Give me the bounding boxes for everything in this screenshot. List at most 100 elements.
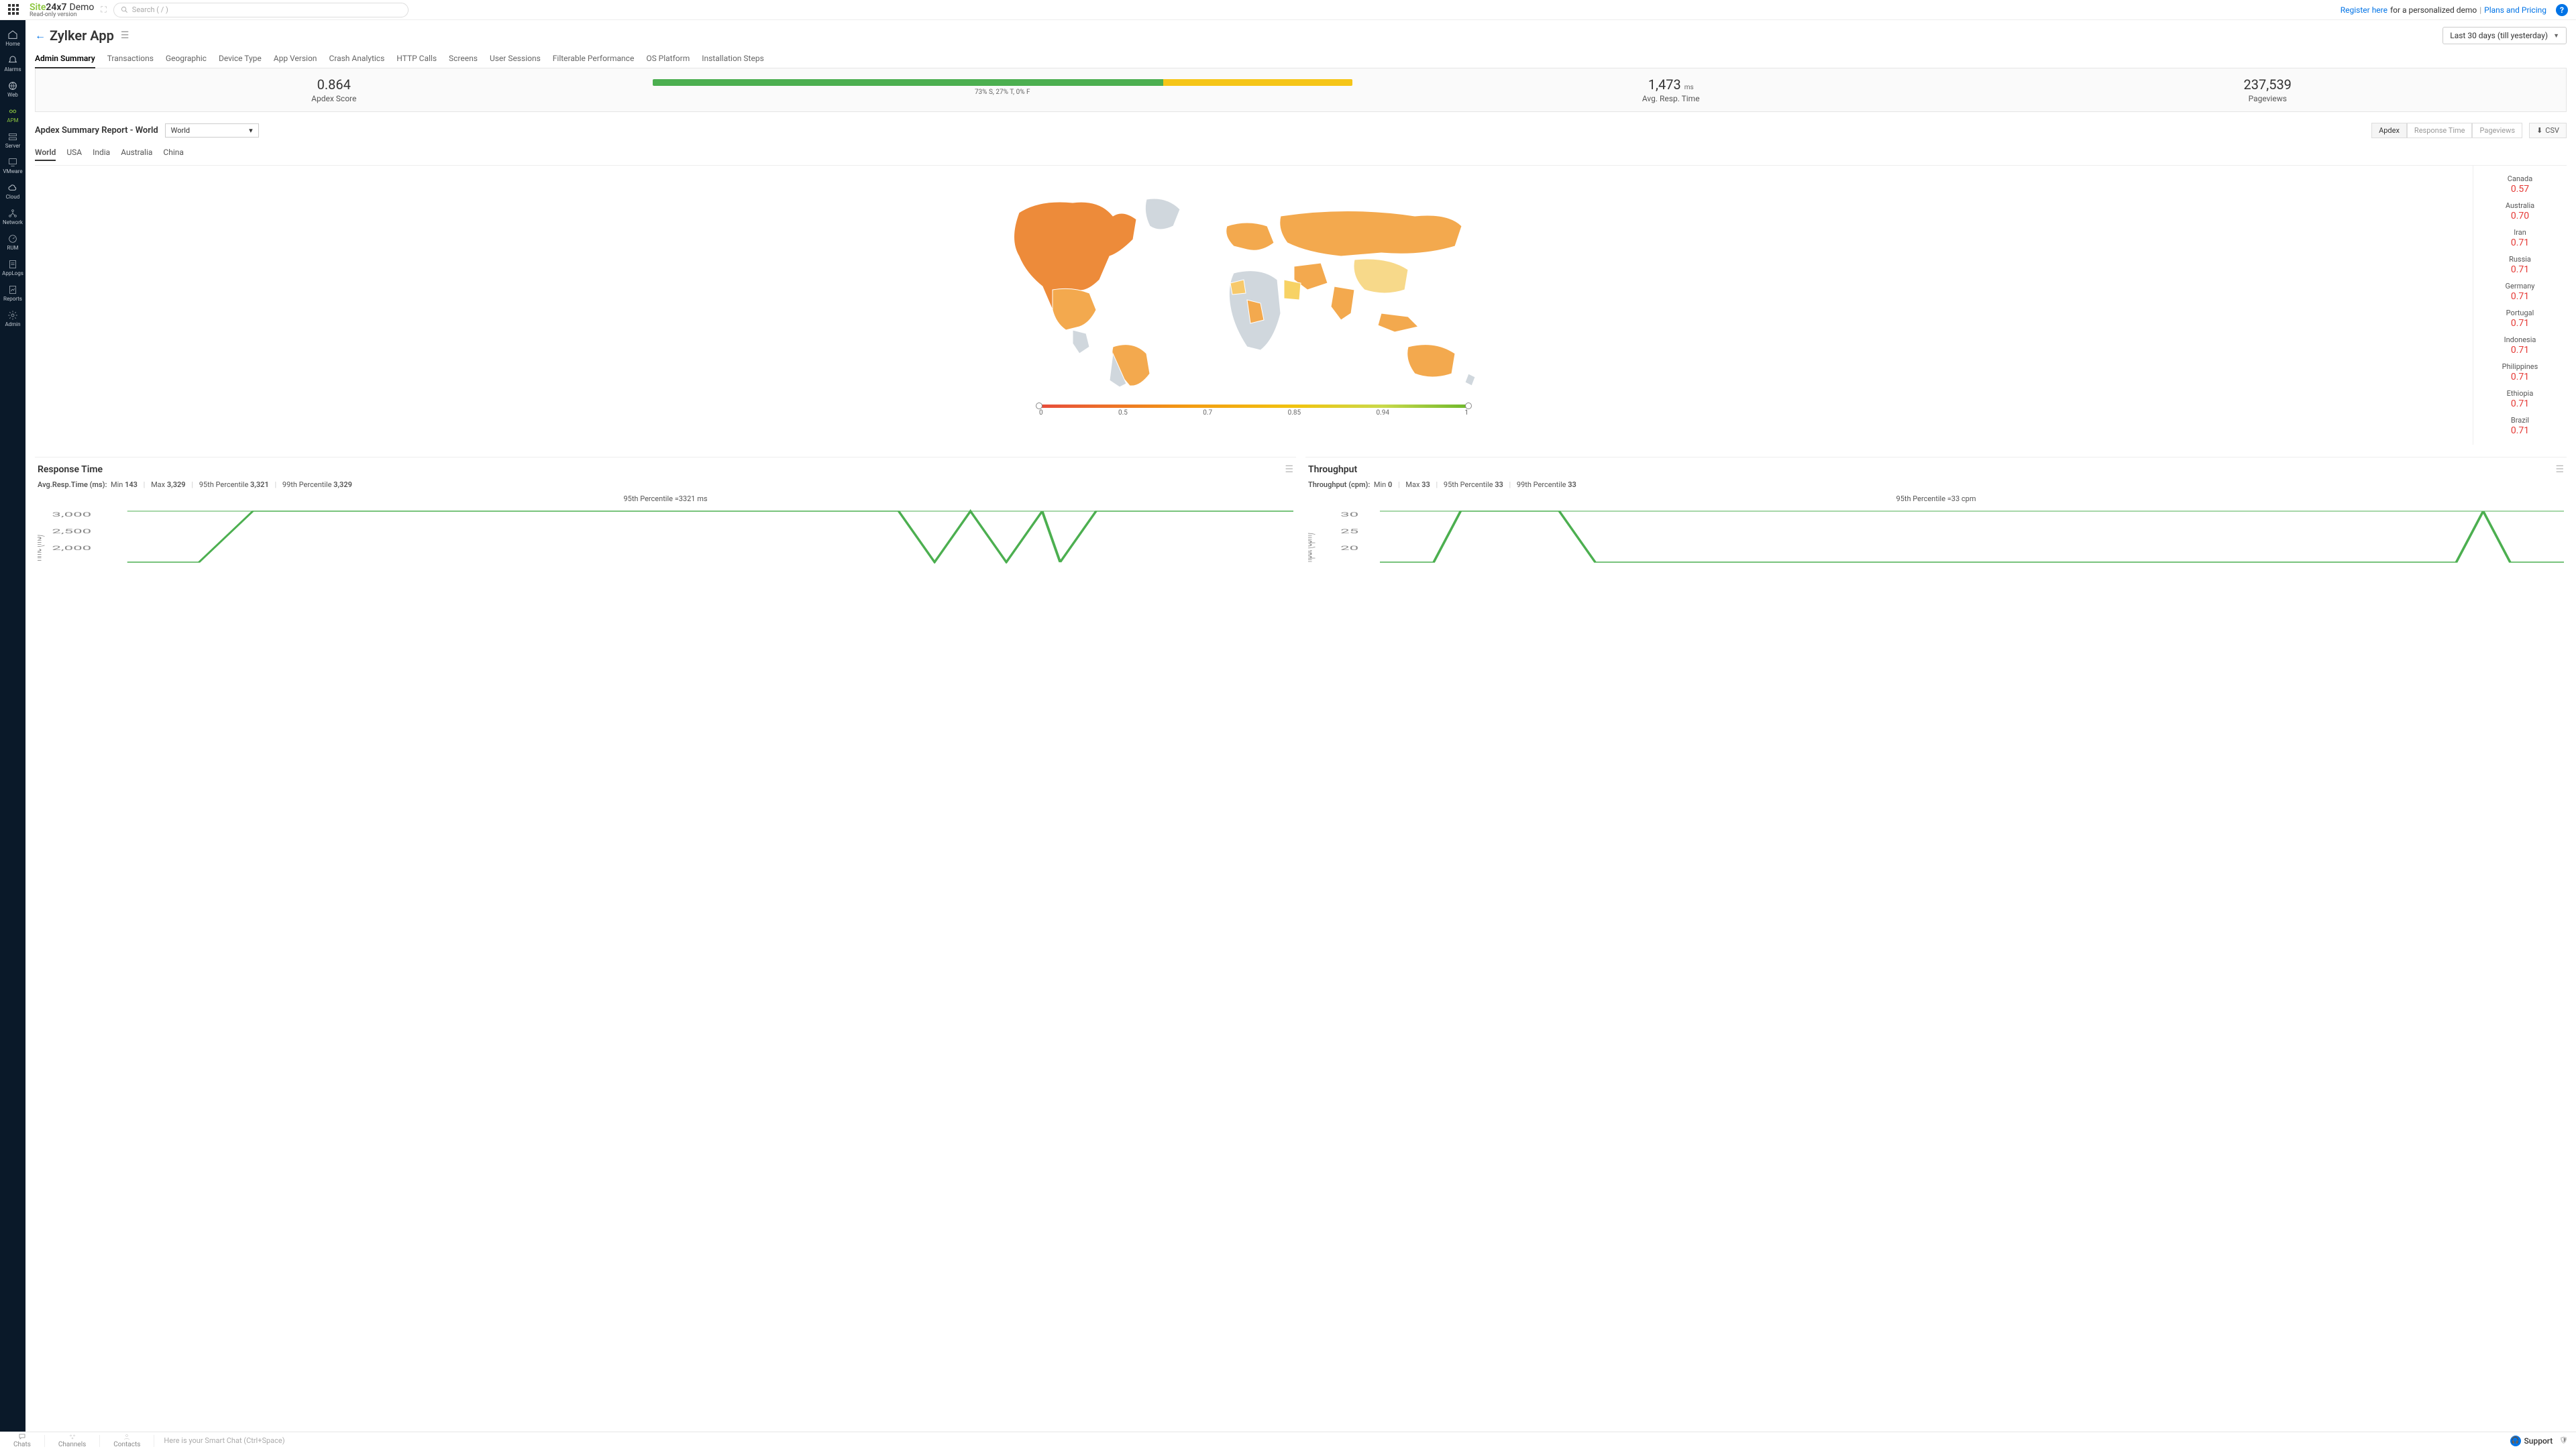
region-subtabs: World USA India Australia China	[35, 145, 2567, 161]
svg-text:2,500: 2,500	[52, 528, 91, 535]
page-menu-icon[interactable]: ☰	[121, 30, 129, 41]
region-russia[interactable]	[1280, 211, 1462, 257]
subtab-australia[interactable]: Australia	[121, 145, 152, 161]
country-item-brazil[interactable]: Brazil0.71	[2473, 413, 2567, 439]
sidebar-label: Web	[7, 93, 18, 98]
tab-app-version[interactable]: App Version	[274, 50, 317, 68]
topbar: Site24x7Demo Read-only version ⛶ Search …	[0, 0, 2576, 20]
bb-channels[interactable]: Channels	[45, 1433, 99, 1448]
plans-link[interactable]: Plans and Pricing	[2484, 5, 2546, 15]
report-title: Apdex Summary Report - World	[35, 125, 158, 136]
toggle-apdex[interactable]: Apdex	[2371, 123, 2407, 138]
country-value: 0.71	[2473, 291, 2567, 302]
search-input[interactable]: Search ( / )	[113, 3, 409, 17]
country-item-iran[interactable]: Iran0.71	[2473, 225, 2567, 252]
subtab-world[interactable]: World	[35, 145, 56, 161]
tab-geographic[interactable]: Geographic	[166, 50, 207, 68]
svg-text:Time (ms): Time (ms)	[38, 535, 46, 562]
tab-crash-analytics[interactable]: Crash Analytics	[329, 50, 384, 68]
smartchat-hint[interactable]: Here is your Smart Chat (Ctrl+Space)	[154, 1436, 284, 1445]
country-value: 0.71	[2473, 345, 2567, 356]
sidebar-item-cloud[interactable]: Cloud	[0, 178, 25, 204]
sidebar-item-alarms[interactable]: Alarms	[0, 51, 25, 76]
tab-user-sessions[interactable]: User Sessions	[490, 50, 541, 68]
sidebar-label: APM	[7, 118, 18, 123]
shield-icon[interactable]: 🛡	[2559, 1437, 2568, 1444]
kpi-apdex-value: 0.864	[42, 76, 626, 93]
sidebar-label: Server	[5, 144, 21, 149]
subtab-india[interactable]: India	[93, 145, 110, 161]
tab-admin-summary[interactable]: Admin Summary	[35, 50, 95, 68]
tab-filterable-performance[interactable]: Filterable Performance	[553, 50, 635, 68]
country-value: 0.71	[2473, 425, 2567, 436]
legend-handle-min[interactable]	[1036, 402, 1042, 409]
tab-screens[interactable]: Screens	[449, 50, 478, 68]
country-item-russia[interactable]: Russia0.71	[2473, 252, 2567, 278]
support-button[interactable]: 🎧 Support	[2510, 1436, 2553, 1446]
sidebar-item-server[interactable]: Server	[0, 127, 25, 153]
country-item-philippines[interactable]: Philippines0.71	[2473, 359, 2567, 386]
subtab-china[interactable]: China	[163, 145, 184, 161]
expand-icon[interactable]: ⛶	[101, 5, 106, 15]
legend-handle-max[interactable]	[1465, 402, 1472, 409]
tab-os-platform[interactable]: OS Platform	[646, 50, 690, 68]
sidebar-item-reports[interactable]: Reports	[0, 280, 25, 306]
legend-tick: 0.5	[1118, 409, 1128, 417]
register-link[interactable]: Register here	[2341, 5, 2387, 15]
region-europe[interactable]	[1226, 223, 1274, 250]
sidebar-item-apm[interactable]: APM	[0, 102, 25, 127]
region-australia[interactable]	[1407, 345, 1455, 377]
sidebar-item-applogs[interactable]: AppLogs	[0, 255, 25, 280]
country-item-indonesia[interactable]: Indonesia0.71	[2473, 332, 2567, 359]
kpi-row: 0.864 Apdex Score 73% S, 27% T, 0% F 1,4…	[35, 68, 2567, 112]
search-placeholder: Search ( / )	[132, 5, 168, 14]
country-item-portugal[interactable]: Portugal0.71	[2473, 305, 2567, 332]
chart-rt-menu-icon[interactable]: ☰	[1285, 464, 1293, 475]
region-mexico[interactable]	[1073, 330, 1089, 354]
apm-icon	[7, 106, 18, 117]
toggle-response-time[interactable]: Response Time	[2407, 123, 2473, 138]
region-greenland[interactable]	[1145, 199, 1180, 229]
tab-transactions[interactable]: Transactions	[107, 50, 154, 68]
svg-text:20: 20	[1340, 545, 1358, 551]
tab-http-calls[interactable]: HTTP Calls	[396, 50, 437, 68]
sidebar-item-rum[interactable]: RUM	[0, 229, 25, 255]
sidebar-item-web[interactable]: Web	[0, 76, 25, 102]
country-item-ethiopia[interactable]: Ethiopia0.71	[2473, 386, 2567, 413]
bb-contacts[interactable]: Contacts	[100, 1433, 154, 1448]
country-item-canada[interactable]: Canada0.57	[2473, 171, 2567, 198]
subtab-usa[interactable]: USA	[66, 145, 82, 161]
country-item-australia[interactable]: Australia0.70	[2473, 198, 2567, 225]
csv-label: CSV	[2545, 126, 2559, 135]
kpi-satisfaction-bar: 73% S, 27% T, 0% F	[633, 68, 1373, 111]
applogs-icon	[7, 259, 18, 270]
tab-installation-steps[interactable]: Installation Steps	[702, 50, 764, 68]
svg-text:2,000: 2,000	[52, 545, 91, 551]
sidebar-item-home[interactable]: Home	[0, 25, 25, 51]
apps-grid-icon[interactable]	[8, 4, 20, 16]
country-value: 0.57	[2473, 184, 2567, 195]
help-icon[interactable]: ?	[2556, 4, 2568, 16]
sidebar-label: Network	[3, 220, 23, 225]
region-china[interactable]	[1354, 259, 1408, 293]
region-indonesia[interactable]	[1378, 313, 1418, 332]
country-item-germany[interactable]: Germany0.71	[2473, 278, 2567, 305]
bb-chats[interactable]: Chats	[0, 1433, 44, 1448]
world-map[interactable]	[48, 172, 2459, 400]
time-range-selector[interactable]: Last 30 days (till yesterday)	[2443, 27, 2567, 44]
country-name: Germany	[2473, 282, 2567, 290]
toggle-pageviews[interactable]: Pageviews	[2472, 123, 2522, 138]
region-nz[interactable]	[1465, 374, 1475, 386]
sidebar-item-vmware[interactable]: VMware	[0, 153, 25, 178]
region-saudi[interactable]	[1284, 280, 1301, 300]
region-india[interactable]	[1331, 286, 1354, 320]
back-arrow-icon[interactable]: ←	[35, 29, 46, 42]
tab-device-type[interactable]: Device Type	[219, 50, 262, 68]
region-usa[interactable]	[1053, 288, 1096, 330]
chart-tp-menu-icon[interactable]: ☰	[2555, 464, 2564, 475]
brand: Site24x7Demo Read-only version	[20, 2, 94, 18]
sidebar-item-admin[interactable]: Admin	[0, 306, 25, 331]
sidebar-item-network[interactable]: Network	[0, 204, 25, 229]
region-select[interactable]: World ▾	[165, 123, 259, 138]
export-csv-button[interactable]: ⬇ CSV	[2529, 123, 2567, 138]
